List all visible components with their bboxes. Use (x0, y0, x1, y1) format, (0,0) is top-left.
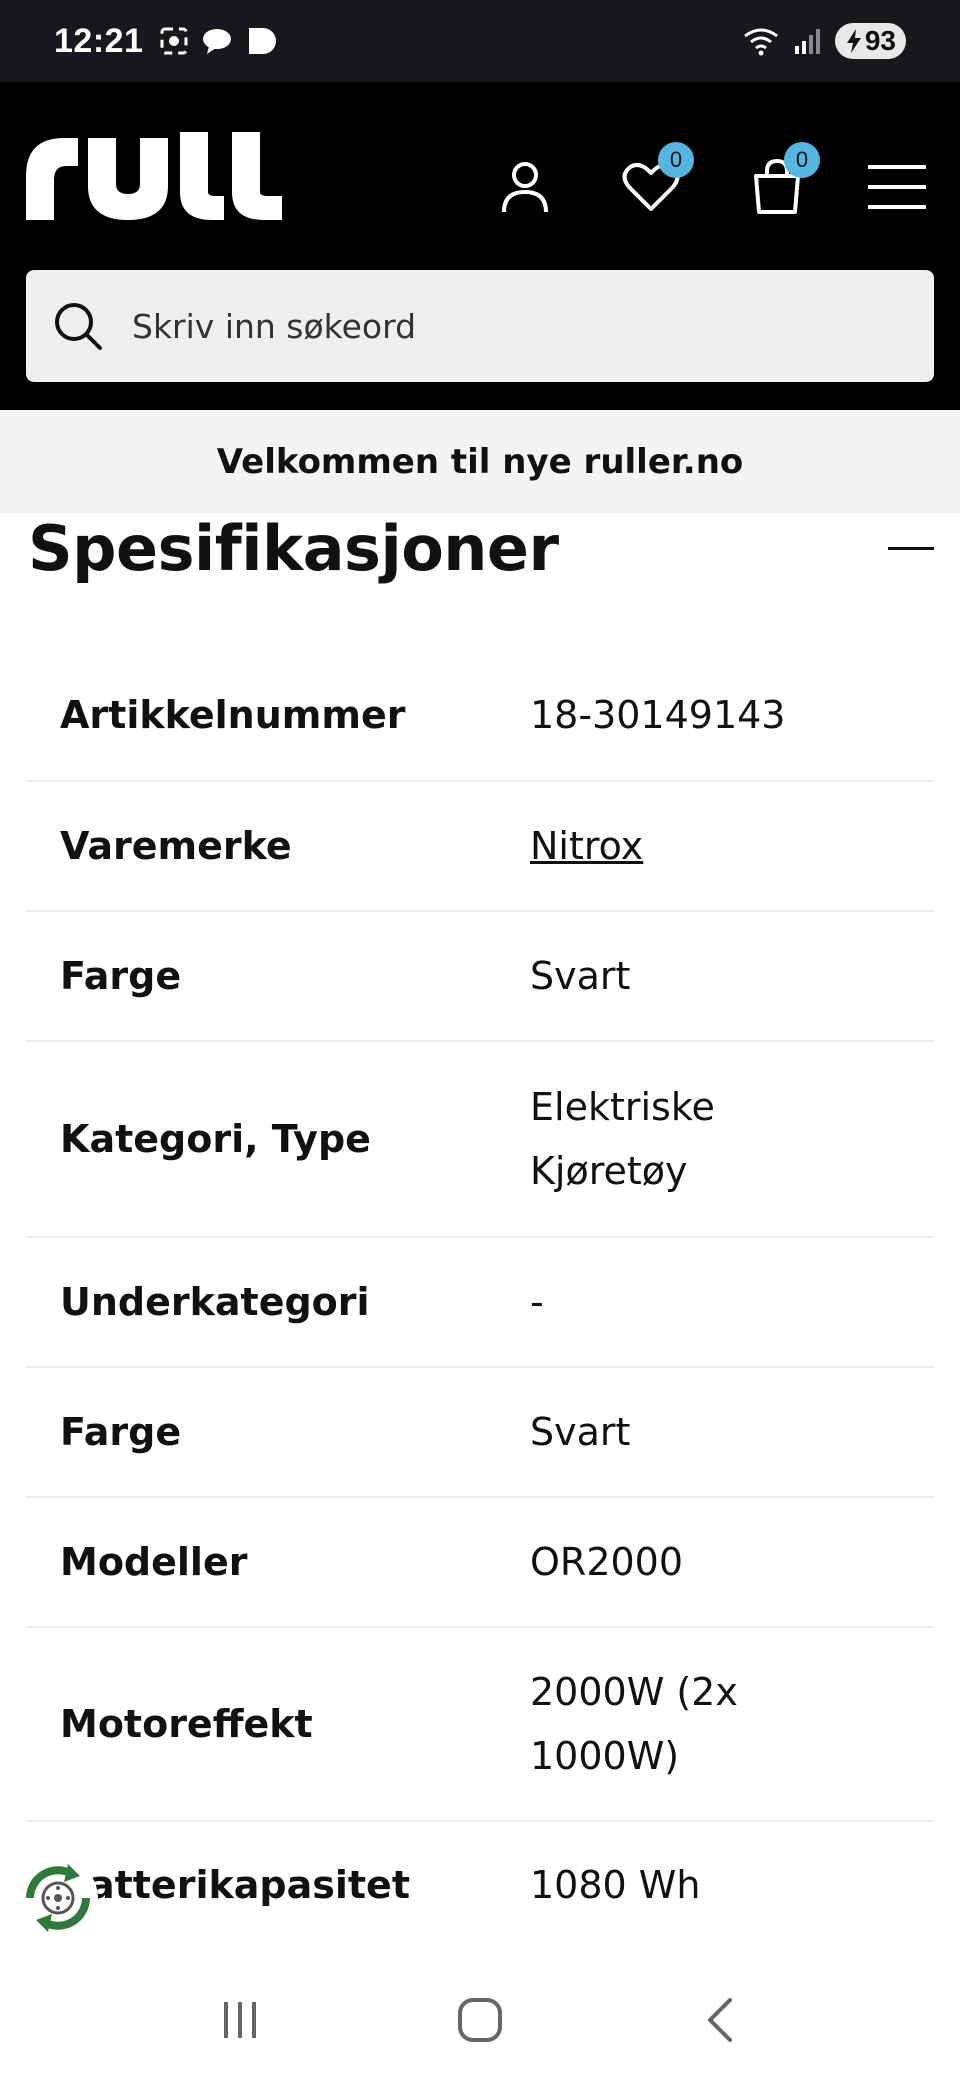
table-row: Batterikapasitet 1080 Wh (26, 1822, 934, 1948)
status-time: 12:21 (54, 21, 144, 60)
table-row: Varemerke Nitrox (26, 782, 934, 912)
spec-label: Kategori, Type (60, 1117, 371, 1161)
spec-value: OR2000 (530, 1540, 684, 1584)
table-row: Kategori, Type Elektriske Kjøretøy (26, 1042, 934, 1238)
spec-label: Batterikapasitet (60, 1863, 410, 1907)
spec-value: Elektriske Kjøretøy (530, 1085, 715, 1193)
spec-value: 2000W (2x 1000W) (530, 1670, 738, 1778)
table-row: Farge Svart (26, 912, 934, 1042)
rull-logo-mark (26, 132, 282, 220)
spec-value: Nitrox (530, 814, 934, 878)
home-button[interactable] (440, 1980, 520, 2060)
wishlist-count-badge: 0 (658, 142, 694, 178)
spec-value: 1080 Wh (530, 1863, 701, 1907)
user-icon (502, 162, 548, 213)
menu-button[interactable] (862, 152, 932, 222)
specs-table: Artikkelnummer 18-30149143 Varemerke Nit… (26, 650, 934, 1948)
wishlist-button[interactable]: 0 (616, 142, 694, 222)
status-notification-icons (159, 26, 277, 56)
cart-button[interactable]: 0 (742, 142, 820, 222)
page: 12:21 93 0 0 Skriv inn søkeord Velkommen… (0, 0, 960, 2080)
screenshot-icon (160, 27, 188, 55)
wifi-icon (743, 28, 778, 56)
system-navigation-bar (0, 1960, 960, 2080)
table-row: Motoreffekt 2000W (2x 1000W) (26, 1628, 934, 1822)
hamburger-menu-icon (868, 165, 926, 209)
battery-indicator: 93 (834, 23, 906, 59)
search-bar[interactable]: Skriv inn søkeord (26, 270, 934, 382)
spec-label: Varemerke (60, 824, 292, 868)
spec-value: Svart (530, 1410, 631, 1454)
signal-icon (794, 29, 820, 54)
header-icons: 0 0 (490, 142, 932, 222)
recent-apps-icon (224, 2002, 256, 2038)
spec-value: - (530, 1280, 544, 1324)
recent-apps-button[interactable] (200, 1980, 280, 2060)
cart-count-badge: 0 (784, 142, 820, 178)
specs-header[interactable]: Spesifikasjoner (28, 508, 934, 588)
minus-icon (888, 546, 934, 550)
status-right: 93 (741, 23, 906, 59)
site-header: 0 0 Skriv inn søkeord (0, 82, 960, 410)
spec-label: Motoreffekt (60, 1702, 313, 1746)
welcome-banner: Velkommen til nye ruller.no (0, 410, 960, 514)
battery-level: 93 (864, 25, 896, 56)
account-button[interactable] (490, 152, 560, 222)
play-icon (249, 28, 277, 54)
table-row: Modeller OR2000 (26, 1498, 934, 1628)
specs-title: Spesifikasjoner (28, 511, 559, 585)
brand-link[interactable]: Nitrox (530, 824, 643, 868)
spec-label: Farge (60, 954, 182, 998)
search-input[interactable]: Skriv inn søkeord (132, 307, 416, 346)
charging-bolt-icon (846, 29, 861, 53)
spec-value: Svart (530, 954, 631, 998)
spec-label: Farge (60, 1410, 182, 1454)
rull-logo[interactable] (26, 132, 282, 226)
spec-label: Underkategori (60, 1280, 370, 1324)
back-button[interactable] (680, 1980, 760, 2060)
home-icon (458, 1998, 502, 2042)
eco-recycle-badge[interactable] (16, 1856, 100, 1940)
table-row: Underkategori - (26, 1238, 934, 1368)
spec-value: 18-30149143 (530, 693, 786, 737)
status-bar: 12:21 93 (0, 0, 960, 82)
search-icon (55, 303, 102, 350)
status-left: 12:21 (54, 22, 277, 61)
collapse-specs-button[interactable] (888, 525, 934, 571)
chat-bubble-icon (203, 29, 232, 54)
welcome-text: Velkommen til nye ruller.no (216, 442, 744, 482)
spec-label: Modeller (60, 1540, 248, 1584)
spec-label: Artikkelnummer (60, 693, 406, 737)
table-row: Farge Svart (26, 1368, 934, 1498)
recycle-icon (18, 1858, 98, 1938)
back-chevron-icon (708, 1998, 732, 2042)
table-row: Artikkelnummer 18-30149143 (26, 650, 934, 782)
